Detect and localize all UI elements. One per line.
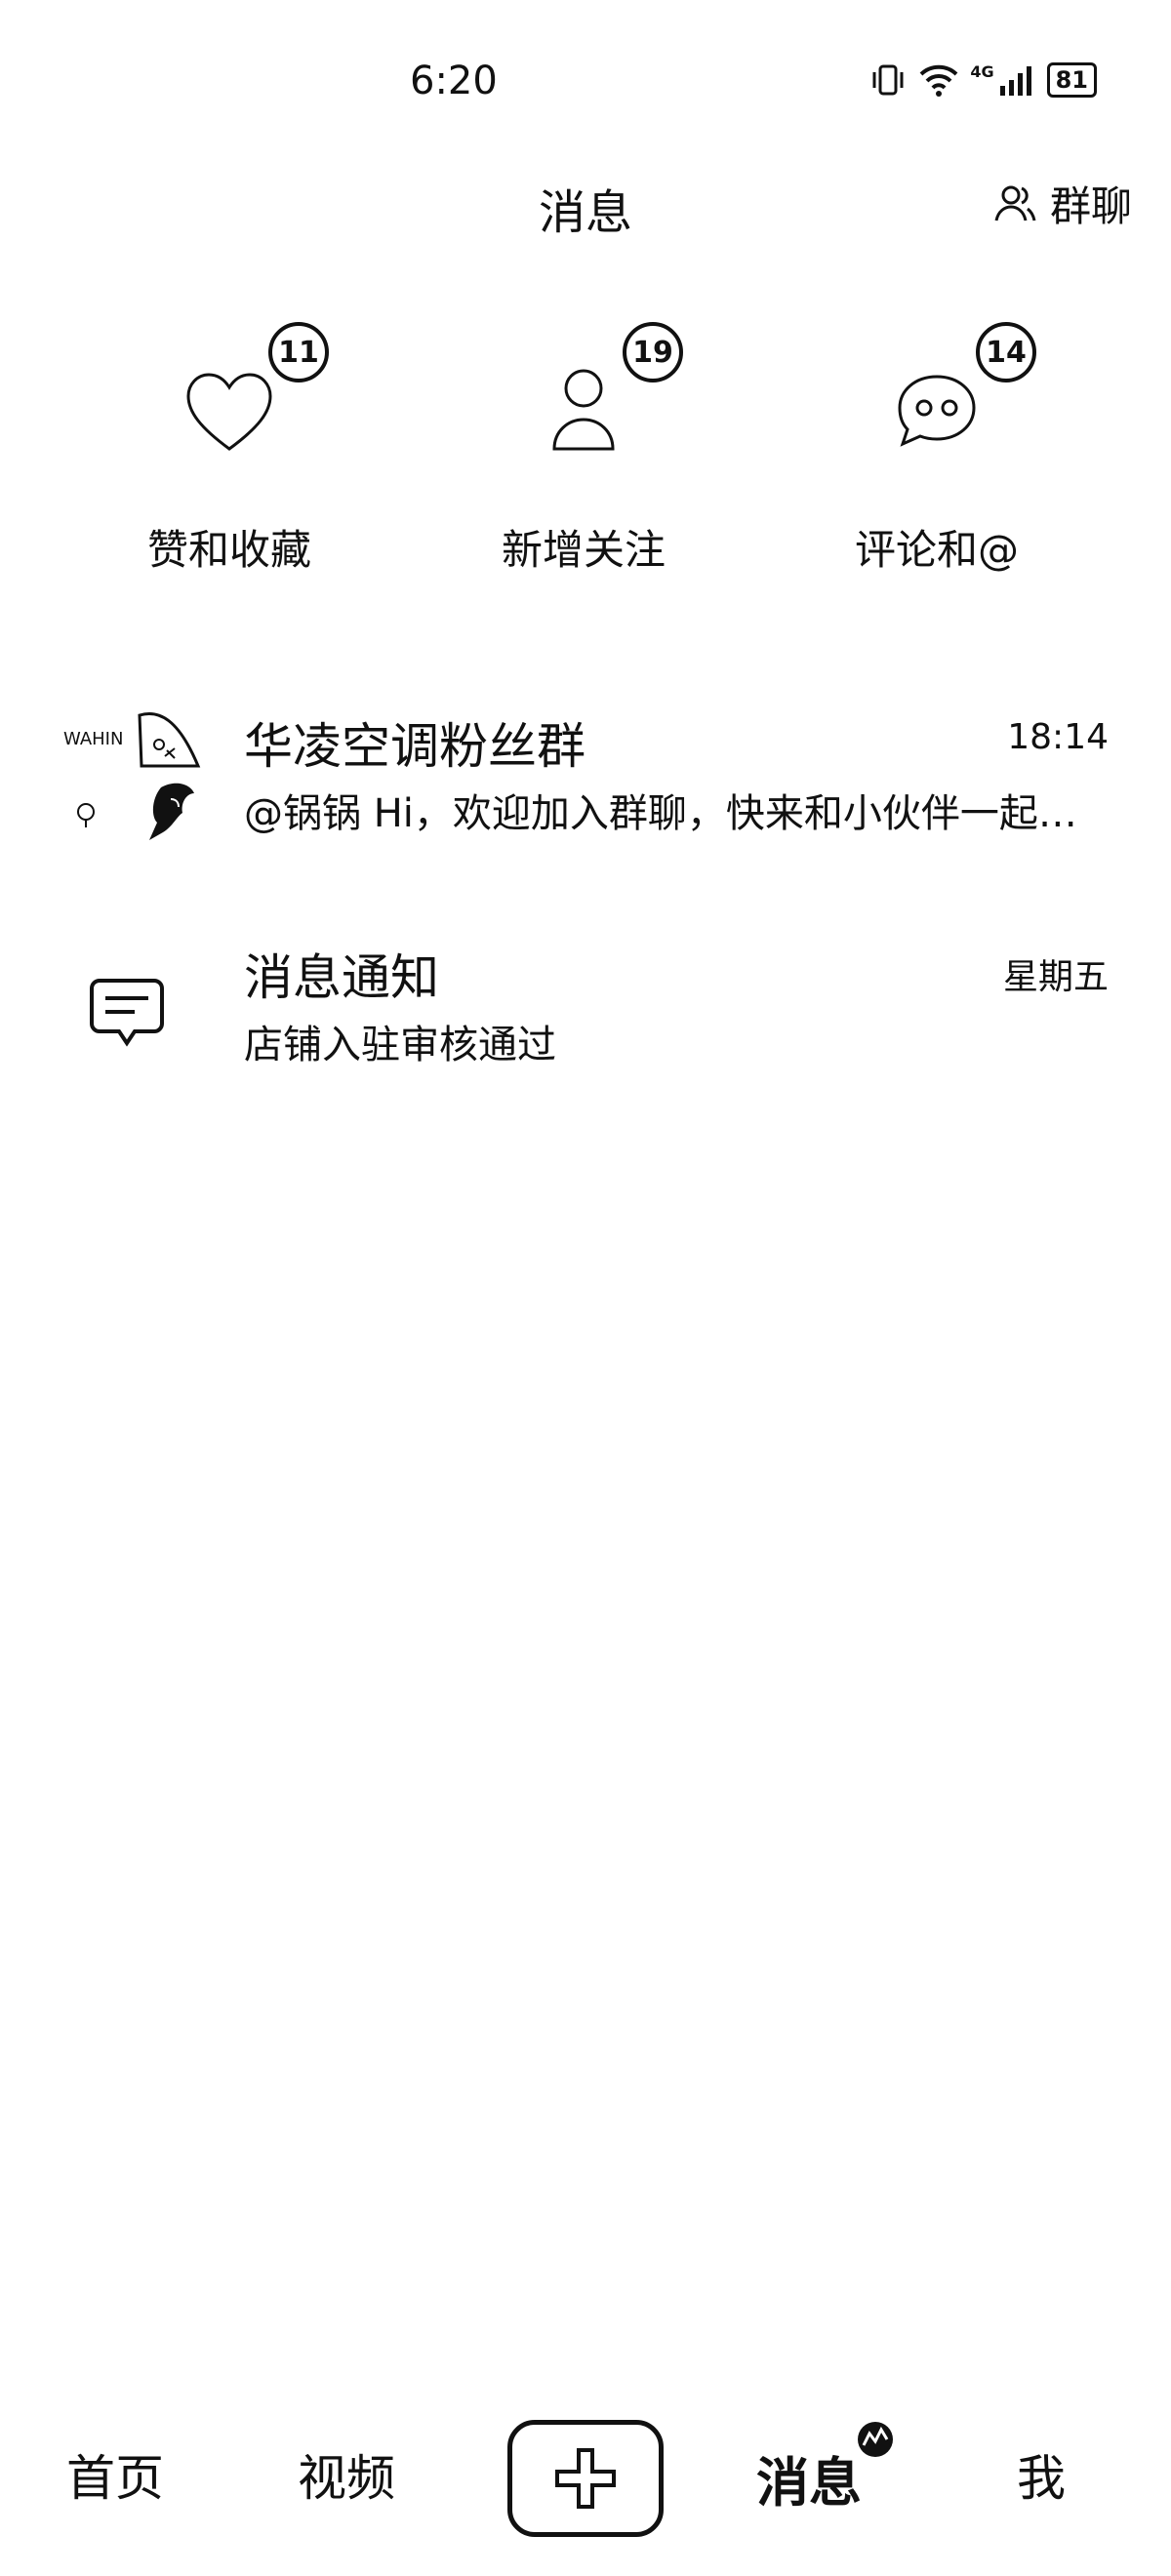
conversation-preview: @锅锅 Hi，欢迎加入群聊，快来和小伙伴一起聊天吧: [244, 791, 1093, 836]
conversation-name: 华凌空调粉丝群: [244, 718, 586, 775]
active-indicator-icon: [858, 2422, 893, 2457]
heart-icon: [186, 373, 272, 451]
conversation-time: 星期五: [1002, 957, 1109, 997]
followers-label: 新增关注: [501, 526, 666, 574]
nav-video[interactable]: 视频: [298, 2439, 395, 2510]
avatar-caption: WAHIN: [63, 729, 124, 749]
category-likes-and-favorites[interactable]: 11 赞和收藏: [83, 322, 376, 577]
create-post-button[interactable]: [507, 2420, 664, 2537]
bottom-nav: 首页 视频 消息 我: [0, 2420, 1171, 2547]
category-comments-and-mentions[interactable]: 14 评论和@: [790, 322, 1083, 577]
status-time: 6:20: [410, 59, 498, 103]
likes-badge: 11: [268, 322, 329, 382]
group-chat-button[interactable]: 群聊: [993, 174, 1132, 233]
category-new-followers[interactable]: 19 新增关注: [437, 322, 730, 577]
wifi-icon: [919, 64, 958, 97]
comments-badge: 14: [976, 322, 1036, 382]
network-type: 4G: [970, 62, 994, 81]
notification-icon: [90, 979, 164, 1047]
conversation-row-fan-group[interactable]: WAHIN 华凌空调粉丝群 18:14 @锅锅 Hi，欢迎加入群聊，快来和小伙伴…: [0, 707, 1171, 912]
group-icon: [994, 185, 1036, 221]
comments-label: 评论和@: [854, 526, 1019, 574]
likes-label: 赞和收藏: [146, 526, 311, 574]
group-chat-label: 群聊: [1049, 182, 1132, 230]
group-avatar: WAHIN: [63, 707, 205, 849]
plus-icon: [555, 2448, 616, 2509]
nav-messages-label: 消息: [756, 2452, 862, 2514]
nav-messages[interactable]: 消息: [756, 2422, 893, 2516]
person-icon: [552, 369, 615, 451]
status-icons: 4G 81: [868, 62, 1097, 98]
signal-icon: [999, 66, 1031, 96]
conversation-name: 消息通知: [244, 949, 439, 1006]
vibrate-icon: [872, 64, 904, 96]
nav-home[interactable]: 首页: [66, 2439, 164, 2510]
battery-indicator: 81: [1046, 62, 1097, 98]
conversation-row-notifications[interactable]: 消息通知 星期五 店铺入驻审核通过: [0, 939, 1171, 1144]
nav-me[interactable]: 我: [1017, 2439, 1066, 2510]
conversation-preview: 店铺入驻审核通过: [244, 1023, 556, 1067]
conversation-time: 18:14: [1007, 717, 1109, 757]
chat-bubble-icon: [898, 375, 976, 447]
followers-badge: 19: [623, 322, 683, 382]
